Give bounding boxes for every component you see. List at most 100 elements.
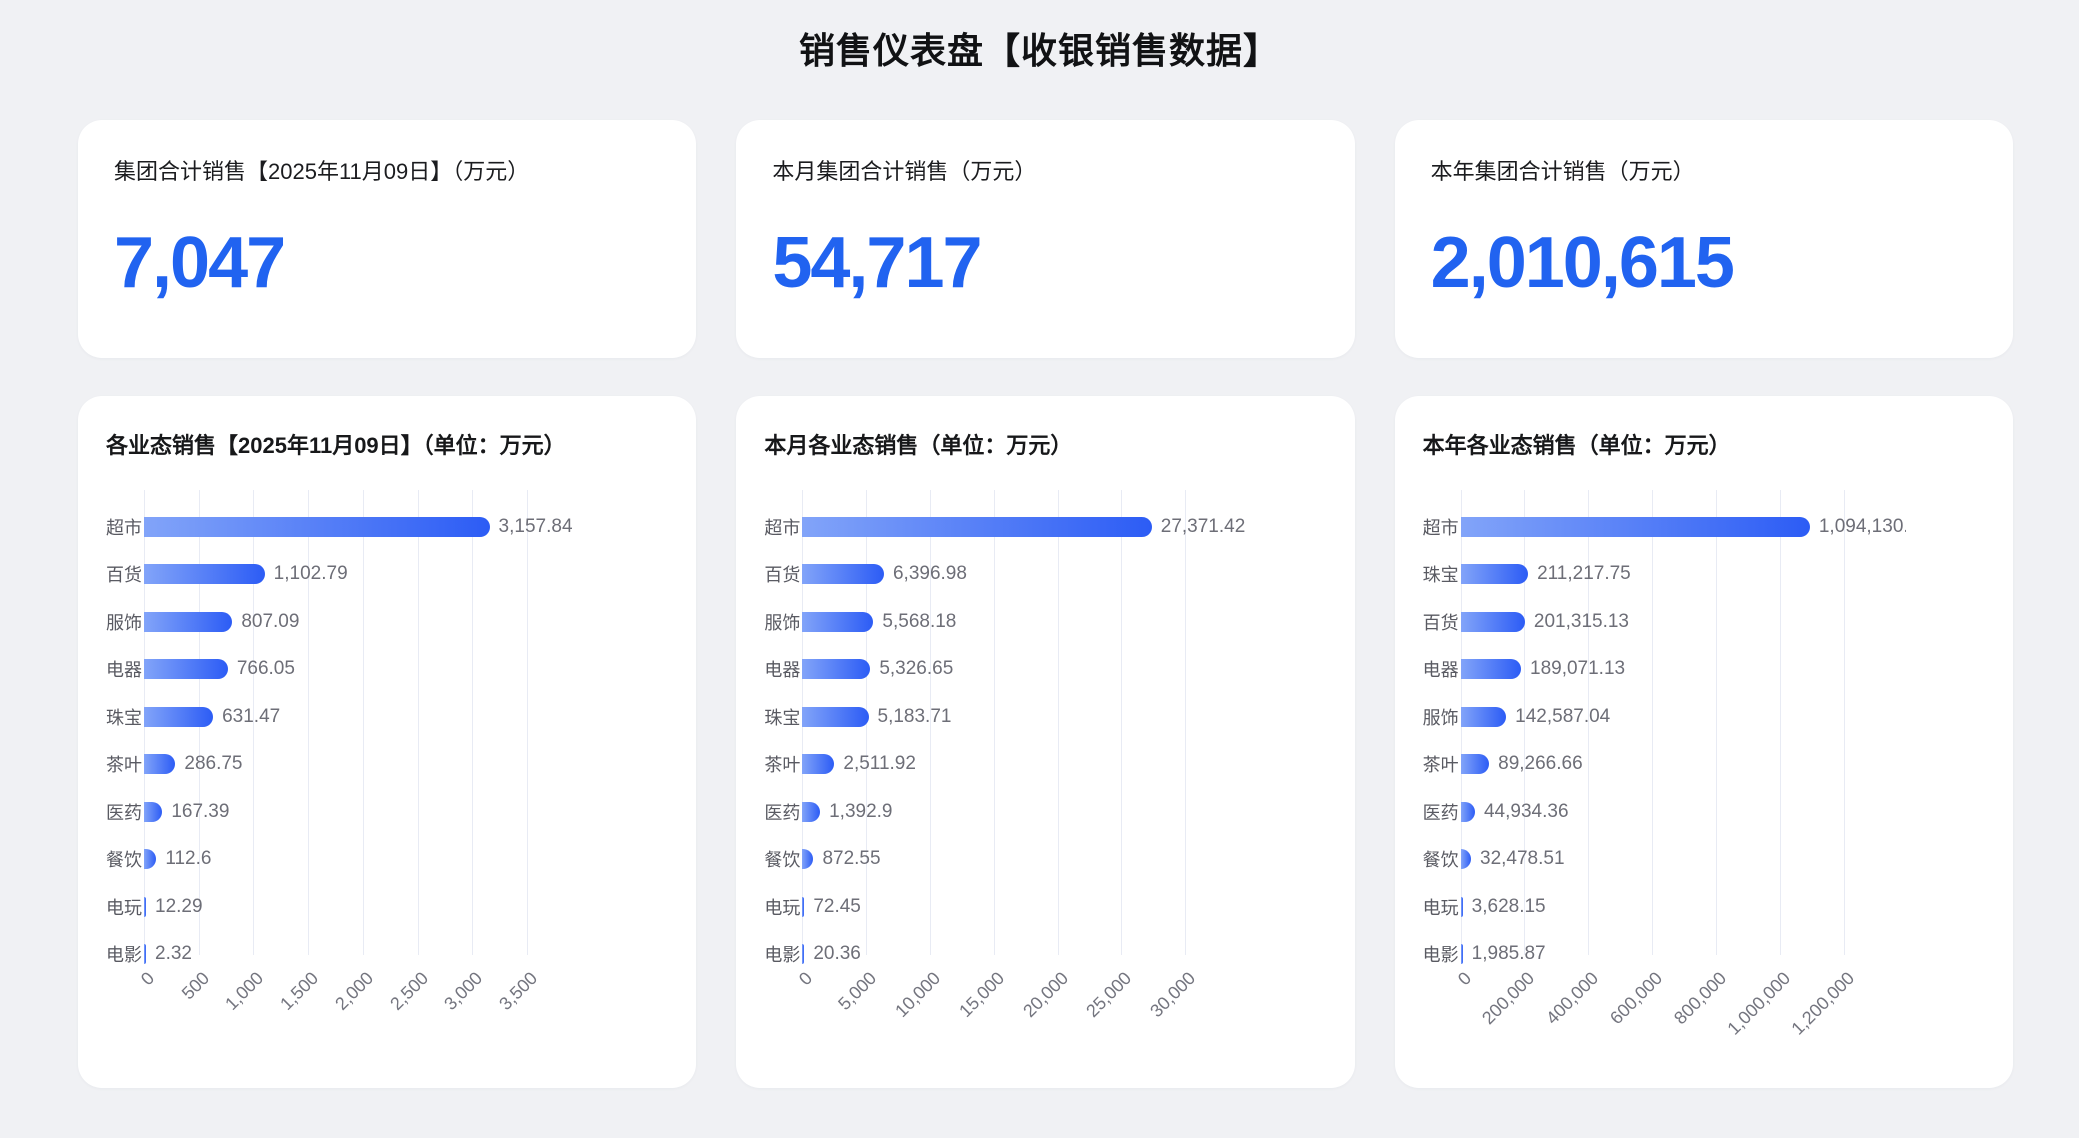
category-label: 医药 bbox=[106, 799, 144, 825]
category-label: 电影 bbox=[1423, 941, 1461, 967]
bar-row: 茶叶2,511.92 bbox=[764, 741, 1326, 789]
bar bbox=[144, 707, 213, 727]
bar bbox=[144, 564, 265, 584]
category-label: 茶叶 bbox=[106, 751, 144, 777]
value-label: 20.36 bbox=[813, 943, 861, 965]
bar bbox=[1461, 564, 1528, 584]
bar-area: 89,266.66 bbox=[1461, 741, 1906, 789]
chart-rows: 超市27,371.42百货6,396.98服饰5,568.18电器5,326.6… bbox=[764, 490, 1326, 978]
bar-area: 631.47 bbox=[144, 693, 664, 741]
value-label: 6,396.98 bbox=[893, 563, 967, 585]
bar bbox=[802, 517, 1151, 537]
value-label: 2.32 bbox=[155, 943, 192, 965]
bar-area: 5,183.71 bbox=[802, 693, 1322, 741]
bar-row: 百货6,396.98 bbox=[764, 551, 1326, 599]
category-label: 服饰 bbox=[106, 609, 144, 635]
bar-row: 电玩3,628.15 bbox=[1423, 883, 1985, 931]
value-label: 112.6 bbox=[165, 848, 211, 870]
bar-row: 茶叶 286.75 bbox=[106, 741, 668, 789]
value-label: 32,478.51 bbox=[1480, 848, 1565, 870]
bar bbox=[1461, 659, 1521, 679]
bar bbox=[1461, 944, 1463, 964]
bar bbox=[802, 897, 804, 917]
value-label: 3,157.84 bbox=[499, 516, 573, 538]
value-label: 807.09 bbox=[241, 611, 299, 633]
category-label: 茶叶 bbox=[1423, 751, 1461, 777]
value-label: 1,392.9 bbox=[829, 801, 892, 823]
value-label: 1,985.87 bbox=[1472, 943, 1546, 965]
daily-by-category-bar-chart: 超市3,157.84百货1,102.79服饰807.09电器766.05珠宝63… bbox=[106, 490, 668, 1046]
kpi-label: 集团合计销售【2025年11月09日】（万元） bbox=[114, 154, 660, 186]
category-label: 珠宝 bbox=[764, 704, 802, 730]
bar-area: 189,071.13 bbox=[1461, 646, 1906, 694]
bar bbox=[1461, 612, 1525, 632]
bar bbox=[802, 564, 884, 584]
category-label: 超市 bbox=[764, 514, 802, 540]
bar-area: 807.09 bbox=[144, 598, 664, 646]
bar-row: 百货201,315.13 bbox=[1423, 598, 1985, 646]
bar bbox=[144, 659, 228, 679]
bar-row: 服饰142,587.04 bbox=[1423, 693, 1985, 741]
year-by-category-bar-chart: 超市1,094,130.珠宝211,217.75百货201,315.13电器18… bbox=[1423, 490, 1985, 1046]
bar-row: 餐饮 32,478.51 bbox=[1423, 836, 1985, 884]
value-label: 5,568.18 bbox=[882, 611, 956, 633]
kpi-card-daily-total: 集团合计销售【2025年11月09日】（万元） 7,047 bbox=[78, 120, 696, 358]
bar-area: 20.36 bbox=[802, 931, 1322, 979]
kpi-value: 7,047 bbox=[114, 222, 660, 304]
bar bbox=[144, 802, 162, 822]
value-label: 211,217.75 bbox=[1537, 563, 1631, 585]
bar-area: 1,102.79 bbox=[144, 551, 664, 599]
bar-area: 5,326.65 bbox=[802, 646, 1322, 694]
category-label: 电玩 bbox=[106, 894, 144, 920]
chart-title: 各业态销售【2025年11月09日】（单位：万元） bbox=[106, 428, 668, 460]
kpi-label: 本年集团合计销售（万元） bbox=[1431, 154, 1977, 186]
bar-area: 1,094,130. bbox=[1461, 503, 1906, 551]
bar-area: 44,934.36 bbox=[1461, 788, 1906, 836]
bar-row: 超市3,157.84 bbox=[106, 503, 668, 551]
kpi-value: 54,717 bbox=[772, 222, 1318, 304]
bar-row: 餐饮872.55 bbox=[764, 836, 1326, 884]
bar-area: 211,217.75 bbox=[1461, 551, 1906, 599]
bar-row: 医药1,392.9 bbox=[764, 788, 1326, 836]
bar bbox=[802, 849, 813, 869]
value-label: 27,371.42 bbox=[1161, 516, 1246, 538]
value-label: 766.05 bbox=[237, 658, 295, 680]
bar bbox=[144, 754, 175, 774]
bar-area: 27,371.42 bbox=[802, 503, 1322, 551]
category-label: 餐饮 bbox=[764, 846, 802, 872]
category-label: 电玩 bbox=[1423, 894, 1461, 920]
value-label: 44,934.36 bbox=[1484, 801, 1569, 823]
bar-row: 茶叶 89,266.66 bbox=[1423, 741, 1985, 789]
chart-card-daily-by-category: 各业态销售【2025年11月09日】（单位：万元） 超市3,157.84百货1,… bbox=[78, 396, 696, 1088]
category-label: 餐饮 bbox=[1423, 846, 1461, 872]
value-label: 1,094,130. bbox=[1819, 516, 1906, 538]
bar bbox=[802, 944, 804, 964]
bar-row: 电器189,071.13 bbox=[1423, 646, 1985, 694]
bar-row: 服饰 807.09 bbox=[106, 598, 668, 646]
bar bbox=[802, 802, 820, 822]
value-label: 89,266.66 bbox=[1498, 753, 1583, 775]
bar bbox=[1461, 707, 1507, 727]
bar-area: 201,315.13 bbox=[1461, 598, 1906, 646]
bar bbox=[144, 849, 156, 869]
category-label: 电器 bbox=[764, 656, 802, 682]
category-label: 电影 bbox=[106, 941, 144, 967]
bar bbox=[1461, 517, 1810, 537]
bar bbox=[144, 612, 232, 632]
value-label: 286.75 bbox=[184, 753, 242, 775]
bar bbox=[802, 707, 868, 727]
value-label: 631.47 bbox=[222, 706, 280, 728]
bar-row: 电影 1,985.87 bbox=[1423, 931, 1985, 979]
month-by-category-bar-chart: 超市27,371.42百货6,396.98服饰5,568.18电器5,326.6… bbox=[764, 490, 1326, 1046]
value-label: 12.29 bbox=[155, 896, 203, 918]
bar-area: 5,568.18 bbox=[802, 598, 1322, 646]
bar bbox=[1461, 897, 1463, 917]
kpi-card-year-total: 本年集团合计销售（万元） 2,010,615 bbox=[1395, 120, 2013, 358]
category-label: 医药 bbox=[1423, 799, 1461, 825]
value-label: 142,587.04 bbox=[1515, 706, 1610, 728]
bar-row: 医药 44,934.36 bbox=[1423, 788, 1985, 836]
bar-row: 电玩 12.29 bbox=[106, 883, 668, 931]
value-label: 189,071.13 bbox=[1530, 658, 1625, 680]
bar-row: 超市 27,371.42 bbox=[764, 503, 1326, 551]
bar-row: 医药167.39 bbox=[106, 788, 668, 836]
